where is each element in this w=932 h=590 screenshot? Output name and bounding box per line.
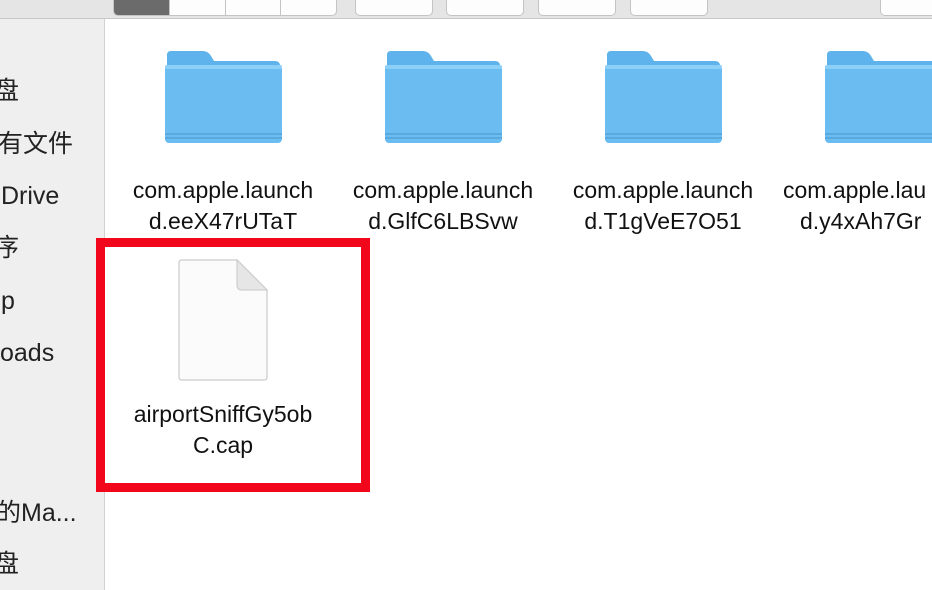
file-name-line-2: d.GlfC6LBSvw [368,208,518,234]
sidebar-item-downloads[interactable]: oads [0,338,54,368]
sidebar-item-desktop[interactable]: p [1,286,15,316]
finder-toolbar [0,0,932,19]
file-name-line-1: com.apple.lau [783,177,927,203]
file-name-line-1: com.apple.launch [132,177,314,203]
icon-view-button[interactable] [114,0,170,15]
arrange-button[interactable] [355,0,433,16]
search-field[interactable] [880,0,932,16]
folder-icon [605,51,722,143]
action-button[interactable] [446,0,524,16]
folder-icon [825,51,932,143]
gallery-view-button[interactable] [281,0,336,15]
folder-icon [165,51,282,143]
file-name-line-1: com.apple.launch [572,177,754,203]
folder-item[interactable]: com.apple.launch d.eeX47rUTaT [113,49,333,239]
tags-button[interactable] [630,0,708,16]
sidebar-item-icloud-drive[interactable]: Drive [1,181,59,211]
file-name-line-2: d.T1gVeE7O51 [584,208,742,234]
sidebar-item-disk-2[interactable]: 盘 [0,549,19,579]
column-view-button[interactable] [226,0,282,15]
highlight-annotation-box [96,238,370,492]
share-button[interactable] [538,0,616,16]
sidebar-item-disk[interactable]: 盘 [0,76,19,106]
view-mode-segmented-control[interactable] [113,0,337,16]
folder-item[interactable]: com.apple.lau d.y4xAh7Gr [773,49,932,239]
folder-icon [385,51,502,143]
folder-item[interactable]: com.apple.launch d.T1gVeE7O51 [553,49,773,239]
file-name-line-2: d.y4xAh7Gr [800,208,922,234]
folder-item[interactable]: com.apple.launch d.GlfC6LBSvw [333,49,553,239]
file-name-line-1: com.apple.launch [352,177,534,203]
sidebar-item-applications[interactable]: 序 [0,233,19,263]
sidebar-item-device[interactable]: 的Ma... [0,498,77,528]
sidebar-item-all-files[interactable]: 有文件 [0,129,73,159]
list-view-button[interactable] [170,0,226,15]
finder-sidebar: 盘 有文件 Drive 序 p oads 的Ma... 盘 [0,19,105,590]
file-name-line-2: d.eeX47rUTaT [148,208,298,234]
